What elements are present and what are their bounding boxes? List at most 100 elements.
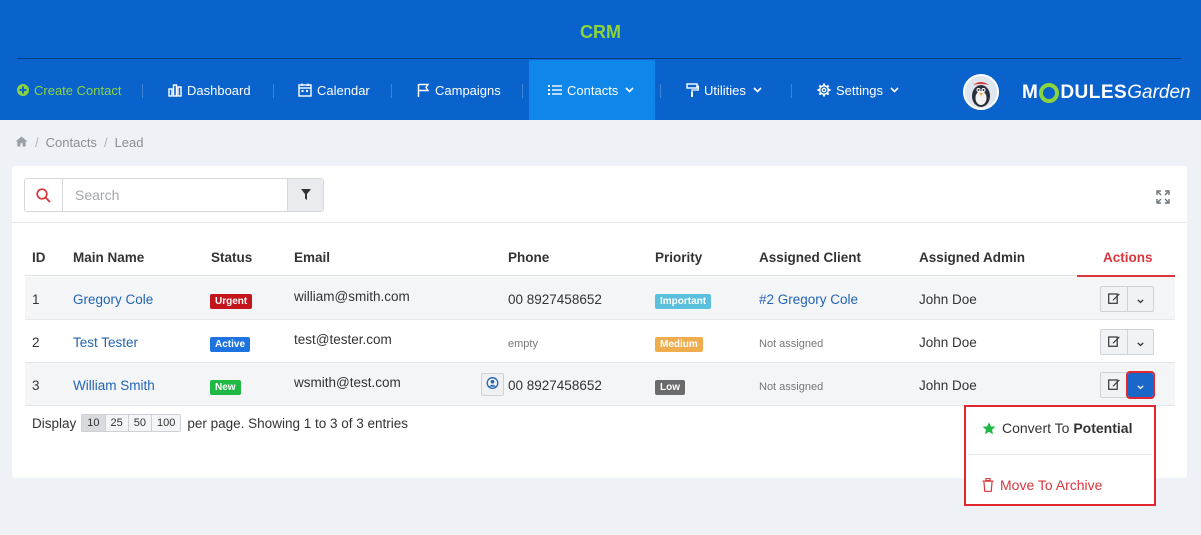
column-priority[interactable]: Priority: [655, 250, 702, 265]
status-badge: New: [210, 380, 241, 395]
nav-calendar-label: Calendar: [317, 82, 370, 98]
row-email: wsmith@test.com: [294, 375, 401, 390]
row-actions-dropdown: Convert To Potential Move To Archive: [964, 405, 1156, 506]
edit-button[interactable]: [1101, 373, 1128, 397]
page-size-selector: 10 25 50 100: [81, 414, 182, 432]
table-row: 3 William Smith New wsmith@test.com 00 8…: [25, 363, 1175, 406]
column-main-name[interactable]: Main Name: [73, 250, 144, 265]
status-badge: Active: [210, 337, 251, 352]
toolbar-divider: [12, 222, 1187, 223]
top-header: CRM Create Contact Dashboard Calendar Ca…: [0, 0, 1201, 120]
column-status[interactable]: Status: [211, 250, 252, 265]
page-size-option[interactable]: 100: [152, 415, 181, 431]
row-actions: [1100, 371, 1155, 399]
home-icon[interactable]: [15, 135, 28, 150]
nav-separator: [660, 84, 661, 98]
status-badge: Urgent: [210, 294, 253, 309]
nav-campaigns-label: Campaigns: [435, 82, 501, 98]
flag-icon: [417, 83, 430, 97]
nav-create-contact-label: Create Contact: [34, 82, 122, 98]
nav-separator: [791, 84, 792, 98]
nav-settings-label: Settings: [836, 82, 883, 98]
move-to-archive-item[interactable]: Move To Archive: [982, 477, 1102, 493]
breadcrumb-contacts[interactable]: Contacts: [46, 135, 97, 150]
display-label: Display: [32, 415, 77, 431]
contact-card-icon: [486, 377, 499, 392]
nav-dashboard[interactable]: Dashboard: [168, 60, 251, 120]
row-menu-toggle[interactable]: [1128, 287, 1153, 311]
star-icon: [982, 421, 996, 435]
page-size-option[interactable]: 50: [128, 415, 153, 431]
row-id: 3: [32, 378, 40, 393]
row-phone: empty: [508, 338, 538, 350]
row-name-link[interactable]: William Smith: [73, 378, 155, 393]
table-row: 1 Gregory Cole Urgent william@smith.com …: [25, 277, 1175, 320]
assigned-client-link[interactable]: #2 Gregory Cole: [759, 292, 858, 307]
app-title: CRM: [580, 22, 621, 42]
nav-utilities[interactable]: Utilities: [686, 60, 762, 120]
row-name-link[interactable]: Test Tester: [73, 335, 138, 350]
dropdown-divider: [968, 454, 1152, 455]
archive-label: Move To Archive: [1000, 477, 1103, 493]
table-row: 2 Test Tester Active test@tester.com emp…: [25, 320, 1175, 363]
row-menu-toggle[interactable]: [1126, 371, 1155, 399]
nav-utilities-label: Utilities: [704, 82, 746, 98]
bar-chart-icon: [168, 83, 182, 97]
table-header: ID Main Name Status Email Phone Priority…: [25, 232, 1175, 277]
header-divider: [17, 58, 1181, 59]
edit-icon: [1108, 378, 1120, 393]
row-admin: John Doe: [919, 335, 977, 350]
priority-badge: Important: [655, 294, 712, 309]
nav-campaigns[interactable]: Campaigns: [417, 60, 501, 120]
list-icon: [548, 84, 562, 96]
row-actions: [1100, 329, 1154, 355]
column-assigned-admin[interactable]: Assigned Admin: [919, 250, 1025, 265]
user-avatar[interactable]: [963, 74, 999, 110]
column-email[interactable]: Email: [294, 250, 330, 265]
row-menu-toggle[interactable]: [1128, 330, 1153, 354]
row-name-link[interactable]: Gregory Cole: [73, 292, 153, 307]
row-actions: [1100, 286, 1154, 312]
nav-settings[interactable]: Settings: [817, 60, 899, 120]
row-email: test@tester.com: [294, 332, 392, 347]
row-id: 1: [32, 292, 40, 307]
page-size-option[interactable]: 25: [105, 415, 129, 431]
chevron-down-icon: [890, 87, 899, 93]
nav-calendar[interactable]: Calendar: [298, 60, 370, 120]
paint-roller-icon: [686, 83, 699, 97]
row-admin: John Doe: [919, 292, 977, 307]
column-assigned-client[interactable]: Assigned Client: [759, 250, 861, 265]
column-phone[interactable]: Phone: [508, 250, 549, 265]
nav-contacts[interactable]: Contacts: [529, 60, 655, 120]
contact-card-button[interactable]: [481, 373, 504, 396]
fullscreen-icon[interactable]: [1156, 190, 1170, 204]
nav-dashboard-label: Dashboard: [187, 82, 251, 98]
gear-icon: [817, 83, 831, 97]
edit-button[interactable]: [1101, 330, 1128, 354]
edit-icon: [1108, 292, 1120, 307]
convert-label: Convert To: [1002, 420, 1074, 436]
edit-button[interactable]: [1101, 287, 1128, 311]
nav-create-contact[interactable]: Create Contact: [17, 60, 121, 120]
row-email: william@smith.com: [294, 289, 410, 304]
entries-summary: per page. Showing 1 to 3 of 3 entries: [187, 415, 409, 431]
page-size-option[interactable]: 10: [82, 415, 106, 431]
convert-to-potential-item[interactable]: Convert To Potential: [982, 420, 1132, 436]
chevron-down-icon: [1137, 292, 1144, 307]
filter-button[interactable]: [287, 179, 323, 211]
search-input[interactable]: [63, 179, 287, 211]
chevron-down-icon: [1137, 335, 1144, 350]
breadcrumb: / Contacts / Lead: [15, 135, 143, 150]
priority-badge: Medium: [655, 337, 703, 352]
convert-target: Potential: [1073, 420, 1133, 436]
column-id[interactable]: ID: [32, 250, 46, 265]
edit-icon: [1108, 335, 1120, 350]
nav-contacts-label: Contacts: [567, 82, 619, 98]
plus-circle-icon: [17, 84, 29, 96]
main-nav: Create Contact Dashboard Calendar Campai…: [0, 60, 1201, 120]
breadcrumb-lead: Lead: [114, 135, 144, 150]
assigned-client: Not assigned: [759, 381, 824, 393]
search-box: [24, 178, 324, 212]
search-icon: [25, 179, 63, 211]
trash-icon: [982, 478, 994, 492]
